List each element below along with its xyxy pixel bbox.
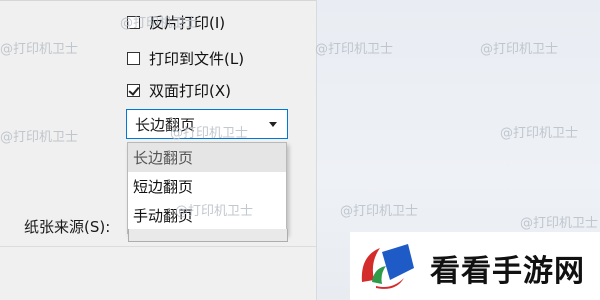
watermark: @打印机卫士: [340, 204, 419, 219]
chevron-down-icon[interactable]: [269, 122, 277, 127]
dropdown-option-short-edge[interactable]: 短边翻页: [128, 172, 286, 201]
watermark: @打印机卫士: [120, 16, 199, 31]
watermark: @打印机卫士: [170, 126, 249, 141]
watermark: @打印机卫士: [480, 42, 559, 57]
print-to-file-option[interactable]: 打印到文件(L): [127, 47, 244, 69]
paper-source-label: 纸张来源(S):: [24, 218, 111, 236]
print-to-file-label: 打印到文件(L): [149, 49, 245, 68]
site-logo: 看看手游网: [350, 232, 600, 300]
watermark: @打印机卫士: [500, 126, 579, 141]
paper-source-select[interactable]: [128, 229, 288, 242]
logo-mark-icon: [361, 244, 414, 289]
print-to-file-checkbox[interactable]: [127, 51, 140, 65]
divider: [0, 246, 316, 247]
logo-text: 看看手游网: [430, 254, 585, 289]
duplex-print-checkbox[interactable]: [127, 83, 140, 97]
duplex-print-label: 双面打印(X): [149, 81, 231, 100]
watermark: @打印机卫士: [175, 204, 254, 219]
watermark: @打印机卫士: [520, 216, 599, 231]
watermark: @打印机卫士: [315, 42, 394, 57]
duplex-print-option[interactable]: 双面打印(X): [127, 79, 231, 101]
dropdown-option-long-edge[interactable]: 长边翻页: [128, 143, 286, 172]
divider: [0, 0, 316, 1]
duplex-mode-dropdown: 长边翻页 短边翻页 手动翻页: [127, 142, 287, 234]
watermark: @打印机卫士: [0, 130, 79, 145]
watermark: @打印机卫士: [0, 42, 79, 57]
